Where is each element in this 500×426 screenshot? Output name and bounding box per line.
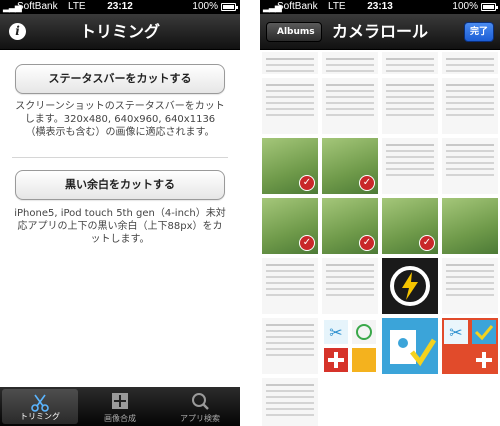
selected-check-icon: ✓ [299,235,315,251]
status-bar-description: スクリーンショットのステータスバーをカットします。320x480, 640x96… [15,101,225,138]
photo-thumbnail[interactable]: ✓ [322,198,378,254]
photo-thumbnail[interactable] [382,78,438,134]
cut-black-margin-button[interactable]: 黒い余白をカットする [15,170,225,200]
battery-percent: 100% [452,1,478,12]
nav-bar: Albums カメラロール 完了 [260,14,500,50]
battery-icon [221,3,238,11]
photo-thumbnail[interactable] [322,52,378,74]
photo-thumbnail[interactable] [262,318,318,374]
tab-label: アプリ検索 [180,414,220,423]
done-button[interactable]: 完了 [464,22,494,42]
tab-app-search[interactable]: アプリ検索 [160,387,240,426]
photo-thumbnail[interactable]: ✓ [262,138,318,194]
battery-percent: 100% [192,1,218,12]
selected-check-icon: ✓ [359,235,375,251]
photo-thumbnail[interactable] [382,52,438,74]
tab-bar: トリミング 画像合成 アプリ検索 [0,387,240,426]
photo-thumbnail[interactable] [262,378,318,426]
photo-thumbnail[interactable]: ✓ [382,198,438,254]
selected-check-icon: ✓ [419,235,435,251]
plus-square-icon [112,393,128,409]
photo-thumbnail[interactable]: ✓ [262,198,318,254]
scissors-icon [31,394,49,412]
lightning-app-icon [390,266,430,306]
nav-bar: i トリミング [0,14,240,50]
photo-thumbnail[interactable]: ✂ [322,318,378,374]
status-bar: ▂▃▅ SoftBank LTE 23:13 100% [260,0,500,14]
tab-label: トリミング [20,412,60,421]
tab-label: 画像合成 [104,414,136,423]
camera-roll-screen: ▂▃▅ SoftBank LTE 23:13 100% Albums カメラロー… [260,0,500,426]
photo-thumbnail[interactable] [442,198,498,254]
tab-trimming[interactable]: トリミング [2,389,78,424]
photo-thumbnail[interactable] [442,138,498,194]
photo-thumbnail[interactable] [382,258,438,314]
svg-text:✂: ✂ [449,323,462,342]
photo-thumbnail[interactable] [382,138,438,194]
photo-thumbnail[interactable]: ✓ [322,138,378,194]
photo-app-icon [390,330,437,367]
tab-image-compose[interactable]: 画像合成 [80,387,160,426]
app-icons-collage: ✂ [324,320,376,372]
svg-text:✂: ✂ [329,323,342,342]
photo-thumbnail[interactable] [322,78,378,134]
selected-check-icon: ✓ [359,175,375,191]
selected-check-icon: ✓ [299,175,315,191]
app-icons-collage: ✂ [444,320,496,372]
divider [12,157,228,158]
photo-thumbnail[interactable] [442,78,498,134]
photo-thumbnail[interactable] [442,52,498,74]
battery-icon [481,3,498,11]
black-margin-description: iPhone5, iPod touch 5th gen（4-inch）未対応アプ… [14,208,226,245]
search-icon [192,393,209,410]
cut-status-bar-button[interactable]: ステータスバーをカットする [15,64,225,94]
photo-thumbnail[interactable] [262,258,318,314]
status-bar: ▂▃▅ SoftBank LTE 23:12 100% [0,0,240,14]
photo-thumbnail[interactable] [262,52,318,74]
photo-thumbnail[interactable] [442,258,498,314]
trimming-screen: ▂▃▅ SoftBank LTE 23:12 100% i トリミング ステータ… [0,0,240,426]
photo-thumbnail[interactable] [262,78,318,134]
photo-thumbnail[interactable] [382,318,438,374]
photo-thumbnail[interactable] [322,258,378,314]
photo-thumbnail[interactable]: ✂ [442,318,498,374]
page-title: トリミング [79,22,160,41]
